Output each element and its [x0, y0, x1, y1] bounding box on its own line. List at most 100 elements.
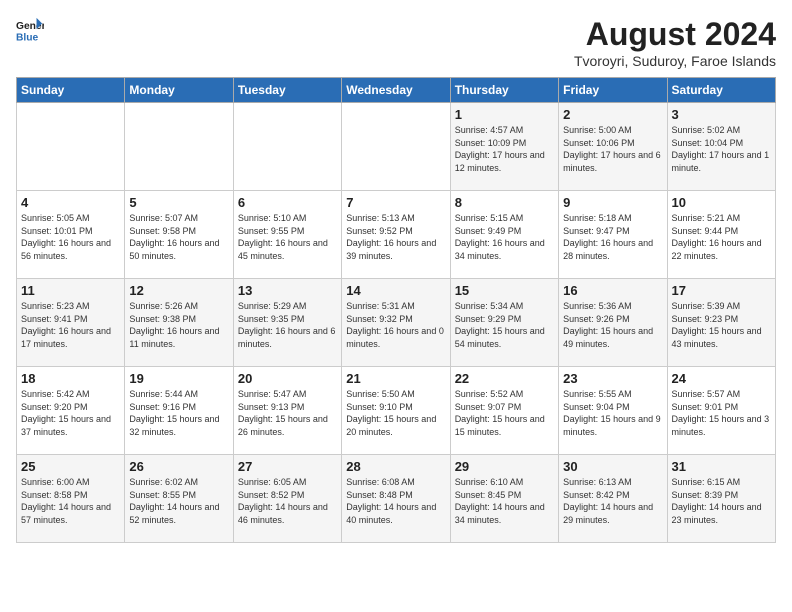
- calendar-cell: 5 Sunrise: 5:07 AM Sunset: 9:58 PM Daylig…: [125, 191, 233, 279]
- day-number: 12: [129, 283, 228, 298]
- day-info: Sunrise: 6:05 AM Sunset: 8:52 PM Dayligh…: [238, 476, 337, 526]
- day-info: Sunrise: 5:05 AM Sunset: 10:01 PM Daylig…: [21, 212, 120, 262]
- day-number: 23: [563, 371, 662, 386]
- calendar-week-row: 1 Sunrise: 4:57 AM Sunset: 10:09 PM Dayli…: [17, 103, 776, 191]
- calendar-cell: 31 Sunrise: 6:15 AM Sunset: 8:39 PM Dayli…: [667, 455, 775, 543]
- day-number: 20: [238, 371, 337, 386]
- day-number: 15: [455, 283, 554, 298]
- day-number: 18: [21, 371, 120, 386]
- calendar-cell: 22 Sunrise: 5:52 AM Sunset: 9:07 PM Dayli…: [450, 367, 558, 455]
- day-info: Sunrise: 5:31 AM Sunset: 9:32 PM Dayligh…: [346, 300, 445, 350]
- day-info: Sunrise: 6:02 AM Sunset: 8:55 PM Dayligh…: [129, 476, 228, 526]
- calendar-cell: 27 Sunrise: 6:05 AM Sunset: 8:52 PM Dayli…: [233, 455, 341, 543]
- day-info: Sunrise: 6:08 AM Sunset: 8:48 PM Dayligh…: [346, 476, 445, 526]
- day-number: 27: [238, 459, 337, 474]
- weekday-header-thursday: Thursday: [450, 78, 558, 103]
- weekday-header-wednesday: Wednesday: [342, 78, 450, 103]
- logo-icon: General Blue: [16, 16, 44, 44]
- day-number: 10: [672, 195, 771, 210]
- day-info: Sunrise: 5:23 AM Sunset: 9:41 PM Dayligh…: [21, 300, 120, 350]
- day-info: Sunrise: 6:10 AM Sunset: 8:45 PM Dayligh…: [455, 476, 554, 526]
- day-info: Sunrise: 5:18 AM Sunset: 9:47 PM Dayligh…: [563, 212, 662, 262]
- svg-text:Blue: Blue: [16, 32, 39, 43]
- day-number: 16: [563, 283, 662, 298]
- page-header: General Blue August 2024 Tvoroyri, Sudur…: [16, 16, 776, 69]
- weekday-header-tuesday: Tuesday: [233, 78, 341, 103]
- day-info: Sunrise: 5:26 AM Sunset: 9:38 PM Dayligh…: [129, 300, 228, 350]
- day-info: Sunrise: 6:13 AM Sunset: 8:42 PM Dayligh…: [563, 476, 662, 526]
- day-number: 2: [563, 107, 662, 122]
- day-info: Sunrise: 5:29 AM Sunset: 9:35 PM Dayligh…: [238, 300, 337, 350]
- calendar-cell: 15 Sunrise: 5:34 AM Sunset: 9:29 PM Dayli…: [450, 279, 558, 367]
- calendar-cell: 18 Sunrise: 5:42 AM Sunset: 9:20 PM Dayli…: [17, 367, 125, 455]
- day-info: Sunrise: 5:13 AM Sunset: 9:52 PM Dayligh…: [346, 212, 445, 262]
- day-info: Sunrise: 6:00 AM Sunset: 8:58 PM Dayligh…: [21, 476, 120, 526]
- day-number: 9: [563, 195, 662, 210]
- day-number: 5: [129, 195, 228, 210]
- calendar-week-row: 11 Sunrise: 5:23 AM Sunset: 9:41 PM Dayli…: [17, 279, 776, 367]
- calendar-table: SundayMondayTuesdayWednesdayThursdayFrid…: [16, 77, 776, 543]
- calendar-cell: 16Sunrise: 5:36 AM Sunset: 9:26 PM Dayli…: [559, 279, 667, 367]
- calendar-cell: 24 Sunrise: 5:57 AM Sunset: 9:01 PM Dayli…: [667, 367, 775, 455]
- calendar-cell: 29 Sunrise: 6:10 AM Sunset: 8:45 PM Dayli…: [450, 455, 558, 543]
- day-info: Sunrise: 5:57 AM Sunset: 9:01 PM Dayligh…: [672, 388, 771, 438]
- day-number: 19: [129, 371, 228, 386]
- calendar-cell: 25Sunrise: 6:00 AM Sunset: 8:58 PM Dayli…: [17, 455, 125, 543]
- day-info: Sunrise: 5:55 AM Sunset: 9:04 PM Dayligh…: [563, 388, 662, 438]
- day-info: Sunrise: 4:57 AM Sunset: 10:09 PM Daylig…: [455, 124, 554, 174]
- day-info: Sunrise: 5:44 AM Sunset: 9:16 PM Dayligh…: [129, 388, 228, 438]
- calendar-cell: 14Sunrise: 5:31 AM Sunset: 9:32 PM Dayli…: [342, 279, 450, 367]
- day-info: Sunrise: 5:52 AM Sunset: 9:07 PM Dayligh…: [455, 388, 554, 438]
- day-info: Sunrise: 5:15 AM Sunset: 9:49 PM Dayligh…: [455, 212, 554, 262]
- calendar-cell: 11 Sunrise: 5:23 AM Sunset: 9:41 PM Dayli…: [17, 279, 125, 367]
- calendar-cell: 12 Sunrise: 5:26 AM Sunset: 9:38 PM Dayli…: [125, 279, 233, 367]
- day-info: Sunrise: 5:39 AM Sunset: 9:23 PM Dayligh…: [672, 300, 771, 350]
- day-number: 26: [129, 459, 228, 474]
- calendar-cell: 17 Sunrise: 5:39 AM Sunset: 9:23 PM Dayli…: [667, 279, 775, 367]
- calendar-week-row: 25Sunrise: 6:00 AM Sunset: 8:58 PM Dayli…: [17, 455, 776, 543]
- day-info: Sunrise: 5:02 AM Sunset: 10:04 PM Daylig…: [672, 124, 771, 174]
- calendar-cell: [125, 103, 233, 191]
- day-info: Sunrise: 5:34 AM Sunset: 9:29 PM Dayligh…: [455, 300, 554, 350]
- day-info: Sunrise: 5:07 AM Sunset: 9:58 PM Dayligh…: [129, 212, 228, 262]
- day-number: 4: [21, 195, 120, 210]
- day-number: 17: [672, 283, 771, 298]
- calendar-cell: 3Sunrise: 5:02 AM Sunset: 10:04 PM Dayli…: [667, 103, 775, 191]
- day-info: Sunrise: 5:21 AM Sunset: 9:44 PM Dayligh…: [672, 212, 771, 262]
- day-number: 11: [21, 283, 120, 298]
- weekday-header-row: SundayMondayTuesdayWednesdayThursdayFrid…: [17, 78, 776, 103]
- calendar-cell: 7 Sunrise: 5:13 AM Sunset: 9:52 PM Daylig…: [342, 191, 450, 279]
- calendar-cell: 21 Sunrise: 5:50 AM Sunset: 9:10 PM Dayli…: [342, 367, 450, 455]
- calendar-cell: 28Sunrise: 6:08 AM Sunset: 8:48 PM Dayli…: [342, 455, 450, 543]
- day-number: 24: [672, 371, 771, 386]
- calendar-week-row: 18 Sunrise: 5:42 AM Sunset: 9:20 PM Dayli…: [17, 367, 776, 455]
- day-number: 22: [455, 371, 554, 386]
- weekday-header-saturday: Saturday: [667, 78, 775, 103]
- day-number: 30: [563, 459, 662, 474]
- title-block: August 2024 Tvoroyri, Suduroy, Faroe Isl…: [574, 16, 776, 69]
- calendar-cell: 9 Sunrise: 5:18 AM Sunset: 9:47 PM Daylig…: [559, 191, 667, 279]
- day-info: Sunrise: 5:42 AM Sunset: 9:20 PM Dayligh…: [21, 388, 120, 438]
- calendar-cell: 23 Sunrise: 5:55 AM Sunset: 9:04 PM Dayli…: [559, 367, 667, 455]
- day-info: Sunrise: 6:15 AM Sunset: 8:39 PM Dayligh…: [672, 476, 771, 526]
- calendar-cell: [233, 103, 341, 191]
- day-info: Sunrise: 5:00 AM Sunset: 10:06 PM Daylig…: [563, 124, 662, 174]
- calendar-cell: 6Sunrise: 5:10 AM Sunset: 9:55 PM Daylig…: [233, 191, 341, 279]
- day-info: Sunrise: 5:50 AM Sunset: 9:10 PM Dayligh…: [346, 388, 445, 438]
- day-number: 31: [672, 459, 771, 474]
- calendar-cell: 1 Sunrise: 4:57 AM Sunset: 10:09 PM Dayli…: [450, 103, 558, 191]
- calendar-cell: [17, 103, 125, 191]
- month-year-title: August 2024: [574, 16, 776, 53]
- calendar-week-row: 4 Sunrise: 5:05 AM Sunset: 10:01 PM Dayli…: [17, 191, 776, 279]
- day-number: 1: [455, 107, 554, 122]
- weekday-header-friday: Friday: [559, 78, 667, 103]
- calendar-cell: 26 Sunrise: 6:02 AM Sunset: 8:55 PM Dayli…: [125, 455, 233, 543]
- day-number: 6: [238, 195, 337, 210]
- day-number: 29: [455, 459, 554, 474]
- logo: General Blue: [16, 16, 44, 44]
- weekday-header-monday: Monday: [125, 78, 233, 103]
- calendar-cell: 20Sunrise: 5:47 AM Sunset: 9:13 PM Dayli…: [233, 367, 341, 455]
- day-number: 21: [346, 371, 445, 386]
- calendar-cell: 10 Sunrise: 5:21 AM Sunset: 9:44 PM Dayli…: [667, 191, 775, 279]
- day-number: 7: [346, 195, 445, 210]
